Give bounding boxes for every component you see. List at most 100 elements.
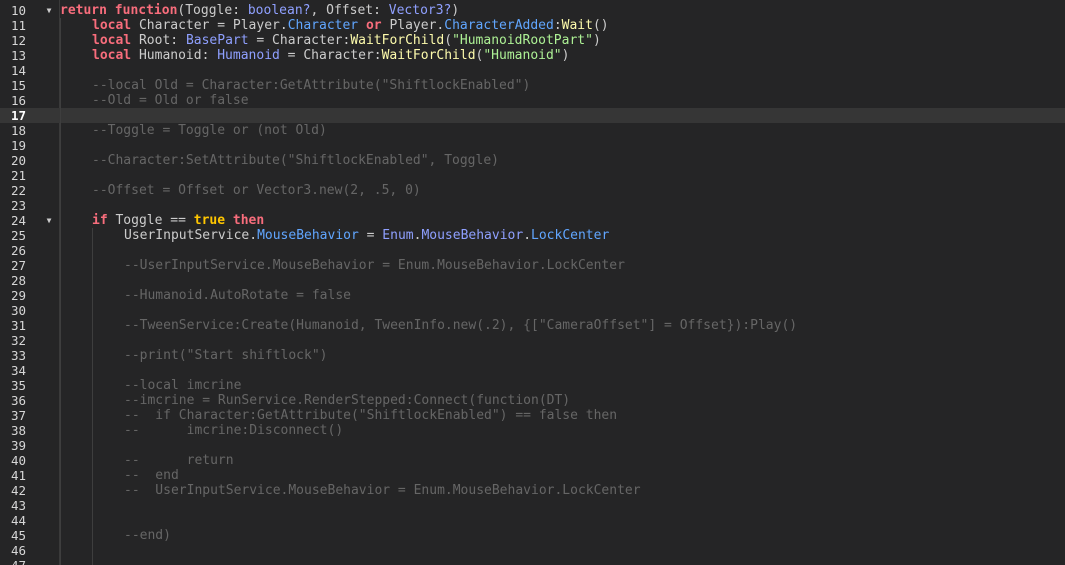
indent-guide xyxy=(60,423,61,438)
code-line[interactable]: 24 ▼ if Toggle == true then xyxy=(0,213,1065,228)
indent-guide xyxy=(92,348,93,363)
line-number: 16 xyxy=(10,93,26,108)
indent-guide xyxy=(60,363,61,378)
indent-guide xyxy=(92,333,93,348)
line-number: 19 xyxy=(10,138,26,153)
code-line[interactable]: 44 xyxy=(0,513,1065,528)
code-token: Character xyxy=(287,18,359,33)
code-line[interactable]: 36 --imcrine = RunService.RenderStepped:C… xyxy=(0,393,1065,408)
code-token: MouseBehavior xyxy=(257,228,359,243)
code-text: -- UserInputService.MouseBehavior = Enum… xyxy=(124,483,641,498)
code-text: -- return xyxy=(124,453,234,468)
code-token: --UserInputService.MouseBehavior = Enum.… xyxy=(124,258,625,273)
indent-guide xyxy=(92,498,93,513)
code-text: if Toggle == true then xyxy=(92,213,264,228)
code-line[interactable]: 32 xyxy=(0,333,1065,348)
line-number: 34 xyxy=(10,363,26,378)
fold-arrow-icon[interactable]: ▼ xyxy=(44,213,54,228)
code-line[interactable]: 41 -- end xyxy=(0,468,1065,483)
code-token: then xyxy=(232,213,265,228)
code-line[interactable]: 19 xyxy=(0,138,1065,153)
code-line[interactable]: 35 --local imcrine xyxy=(0,378,1065,393)
code-line[interactable]: 15 --local Old = Character:GetAttribute("… xyxy=(0,78,1065,93)
code-line[interactable]: 26 xyxy=(0,243,1065,258)
code-token: --local imcrine xyxy=(124,378,242,393)
code-line[interactable]: 31 --TweenService:Create(Humanoid, TweenI… xyxy=(0,318,1065,333)
code-token: CharacterAdded xyxy=(444,18,554,33)
code-token: = Character: xyxy=(248,33,351,48)
code-line[interactable]: 11 local Character = Player.Character or … xyxy=(0,18,1065,33)
code-line[interactable]: 21 xyxy=(0,168,1065,183)
line-number: 23 xyxy=(10,198,26,213)
code-token: --Offset = Offset or Vector3.new(2, .5, … xyxy=(92,183,421,198)
line-number: 39 xyxy=(10,438,26,453)
code-token: . xyxy=(523,228,532,243)
code-text: local Character = Player.Character or Pl… xyxy=(92,18,609,33)
code-line[interactable]: 46 xyxy=(0,543,1065,558)
code-line[interactable]: 28 xyxy=(0,273,1065,288)
indent-guide xyxy=(60,78,61,93)
indent-guide xyxy=(60,48,61,63)
code-token: true xyxy=(193,213,226,228)
code-line[interactable]: 10 ▼ return function(Toggle: boolean?, Off… xyxy=(0,3,1065,18)
indent-guide xyxy=(60,153,61,168)
indent-guide xyxy=(60,408,61,423)
code-token: UserInputService. xyxy=(124,228,258,243)
code-text: -- imcrine:Disconnect() xyxy=(124,423,343,438)
code-editor[interactable]: 10 ▼ return function(Toggle: boolean?, Off… xyxy=(0,0,1065,565)
indent-guide xyxy=(60,123,61,138)
code-text: --Toggle = Toggle or (not Old) xyxy=(92,123,327,138)
code-line[interactable]: 12 local Root: BasePart = Character:WaitF… xyxy=(0,33,1065,48)
code-token: LockCenter xyxy=(531,228,610,243)
code-text: --TweenService:Create(Humanoid, TweenInf… xyxy=(124,318,797,333)
indent-guide xyxy=(60,438,61,453)
code-token: return function xyxy=(60,3,178,18)
code-token: --print("Start shiftlock") xyxy=(124,348,328,363)
code-line[interactable]: 40 -- return xyxy=(0,453,1065,468)
code-line[interactable]: 38 -- imcrine:Disconnect() xyxy=(0,423,1065,438)
code-token: Root: xyxy=(131,33,186,48)
indent-guide xyxy=(92,513,93,528)
code-line[interactable]: 16 --Old = Old or false xyxy=(0,93,1065,108)
code-token: Character = Player. xyxy=(131,18,288,33)
line-number: 32 xyxy=(10,333,26,348)
code-line[interactable]: 27 --UserInputService.MouseBehavior = Enu… xyxy=(0,258,1065,273)
indent-guide xyxy=(60,453,61,468)
code-line[interactable]: 25 UserInputService.MouseBehavior = Enum.… xyxy=(0,228,1065,243)
code-token: --Old = Old or false xyxy=(92,93,249,108)
code-text: --Humanoid.AutoRotate = false xyxy=(124,288,351,303)
code-line[interactable]: 33 --print("Start shiftlock") xyxy=(0,348,1065,363)
code-line[interactable]: 30 xyxy=(0,303,1065,318)
code-line[interactable]: 39 xyxy=(0,438,1065,453)
code-line[interactable]: 42 -- UserInputService.MouseBehavior = En… xyxy=(0,483,1065,498)
code-text: --UserInputService.MouseBehavior = Enum.… xyxy=(124,258,625,273)
line-number: 45 xyxy=(10,528,26,543)
code-token: local xyxy=(92,33,132,48)
code-line[interactable]: 47 xyxy=(0,558,1065,565)
code-line[interactable]: 29 --Humanoid.AutoRotate = false xyxy=(0,288,1065,303)
indent-guide xyxy=(60,558,61,565)
code-line[interactable]: 45 --end) xyxy=(0,528,1065,543)
indent-guide xyxy=(60,333,61,348)
code-line[interactable]: 18 --Toggle = Toggle or (not Old) xyxy=(0,123,1065,138)
code-line[interactable]: 37 -- if Character:GetAttribute("Shiftloc… xyxy=(0,408,1065,423)
code-line[interactable]: 13 local Humanoid: Humanoid = Character:W… xyxy=(0,48,1065,63)
indent-guide xyxy=(60,18,61,33)
code-line[interactable]: 34 xyxy=(0,363,1065,378)
line-number: 17 xyxy=(10,108,26,123)
line-number: 24 xyxy=(10,213,26,228)
code-line[interactable]: 17 xyxy=(0,108,1065,123)
code-line[interactable]: 43 xyxy=(0,498,1065,513)
code-line[interactable]: 14 xyxy=(0,63,1065,78)
code-lines[interactable]: 10 ▼ return function(Toggle: boolean?, Off… xyxy=(0,3,1065,565)
code-token: Toggle == xyxy=(107,213,194,228)
code-line[interactable]: 20 --Character:SetAttribute("ShiftlockEna… xyxy=(0,153,1065,168)
code-line[interactable]: 22 --Offset = Offset or Vector3.new(2, .5… xyxy=(0,183,1065,198)
line-number: 47 xyxy=(0,558,26,565)
code-token: --Toggle = Toggle or (not Old) xyxy=(92,123,327,138)
code-line[interactable]: 23 xyxy=(0,198,1065,213)
fold-arrow-icon[interactable]: ▼ xyxy=(44,3,54,18)
line-number: 37 xyxy=(10,408,26,423)
code-text: local Humanoid: Humanoid = Character:Wai… xyxy=(92,48,569,63)
